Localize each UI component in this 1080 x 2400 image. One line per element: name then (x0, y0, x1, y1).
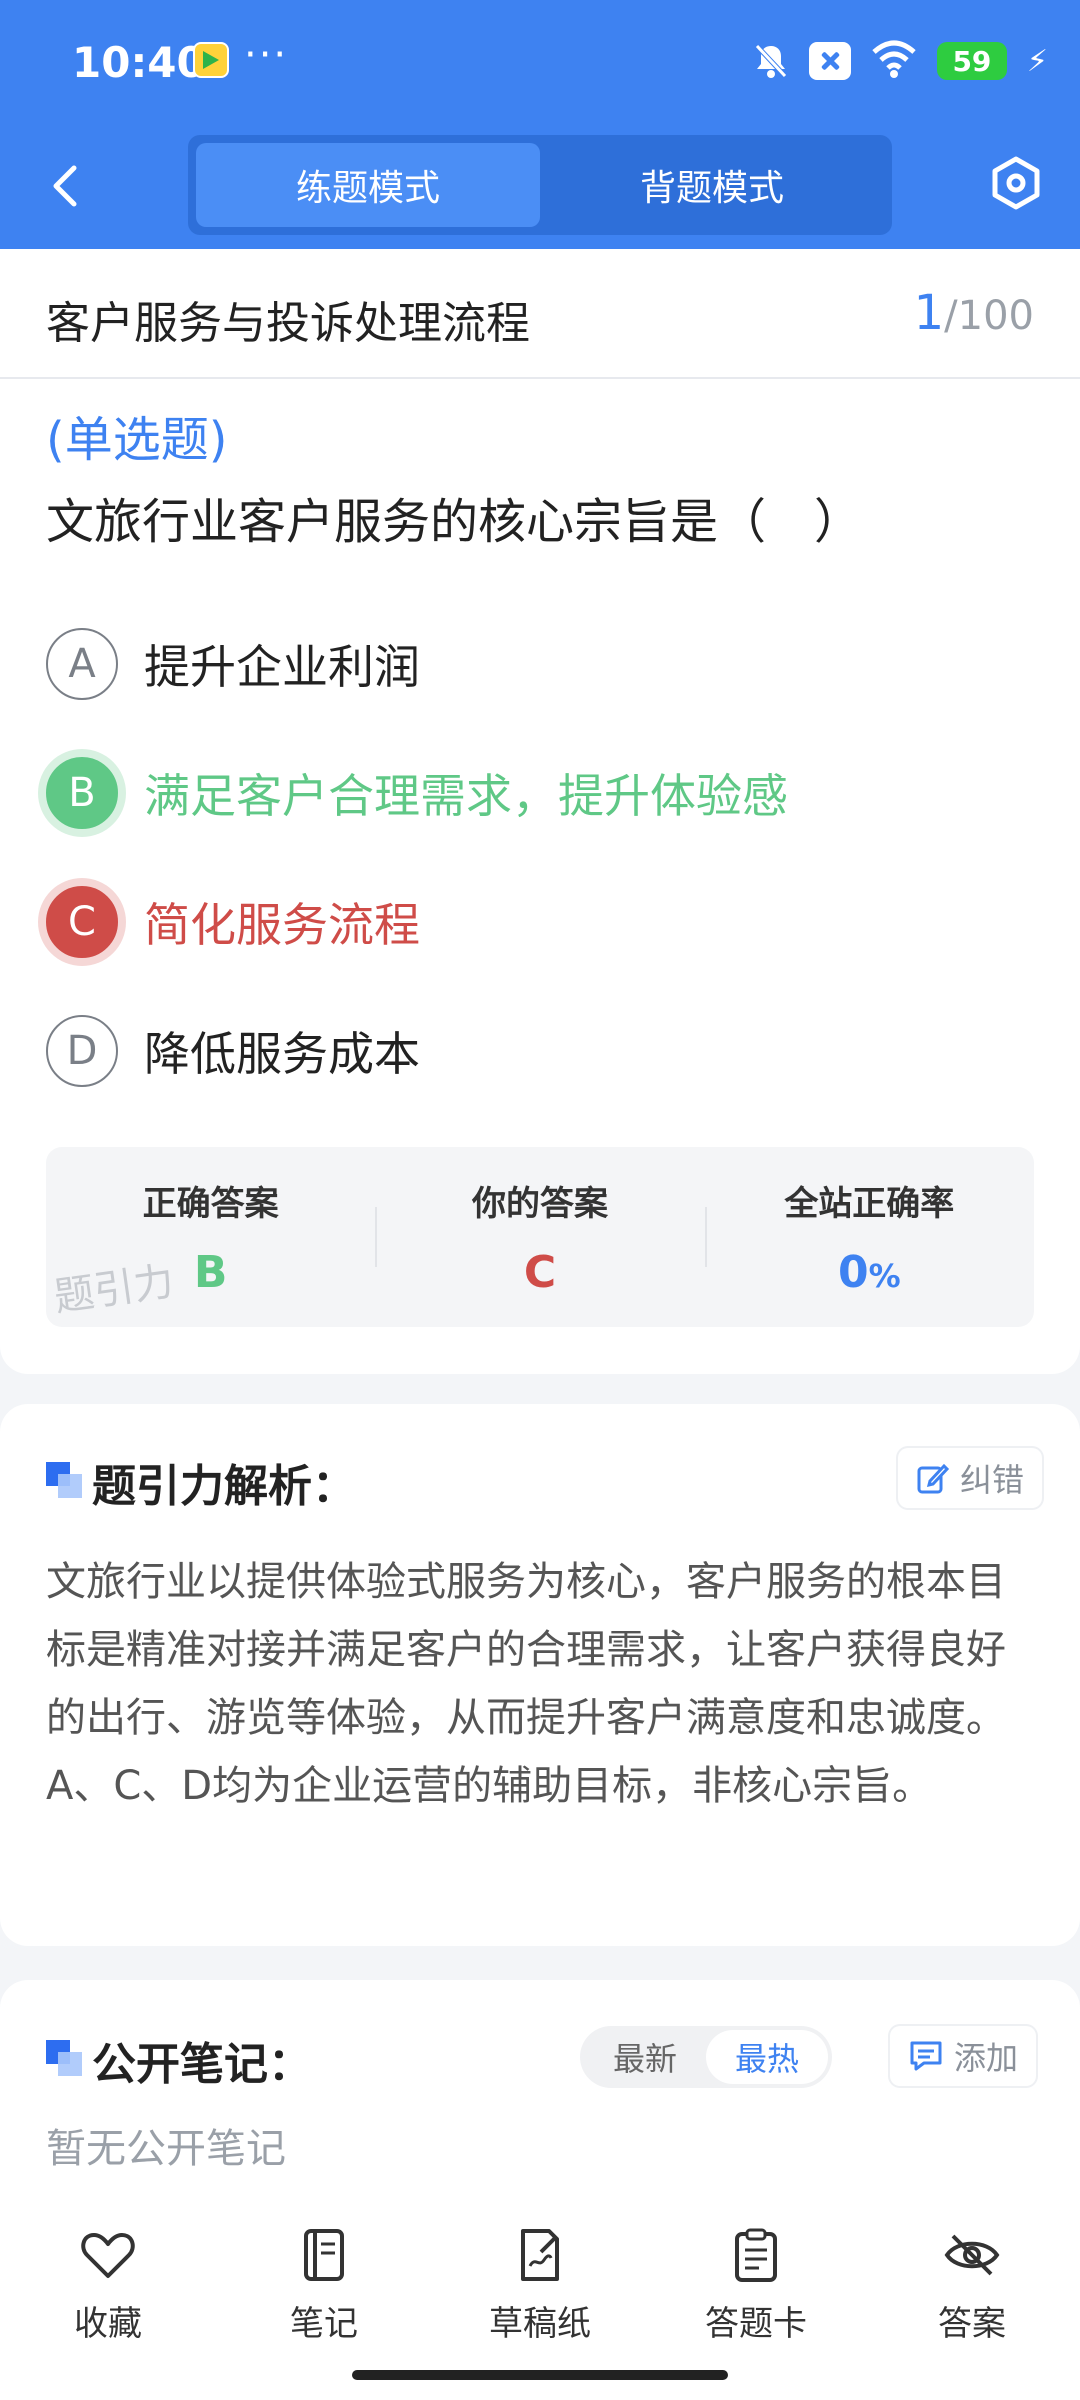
notes-title: 公开笔记： (92, 2039, 312, 2090)
settings-button[interactable] (988, 155, 1044, 211)
stat-value: C (523, 1247, 557, 1298)
answer-card-icon (735, 2228, 777, 2282)
section-icon (46, 1462, 82, 1498)
rate-unit: % (868, 1257, 901, 1295)
app-notification-icon (193, 42, 229, 78)
heart-icon (81, 2233, 135, 2278)
stat-value: B (193, 1247, 228, 1298)
total-question-count: /100 (944, 293, 1034, 339)
question-type: (单选题) (46, 412, 228, 468)
stat-label: 全站正确率 (784, 1184, 955, 1224)
analysis-body: 文旅行业以提供体验式服务为核心，客户服务的根本目标是精准对接并满足客户的合理需求… (46, 1559, 1006, 1809)
notes-card: 公开笔记： 最新 最热 添加 暂无公开笔记 (0, 1980, 1080, 2210)
battery-indicator: 59 (936, 42, 1007, 80)
mode-switch: 练题模式 背题模式 (188, 135, 892, 235)
section-title: 客户服务与投诉处理流程 (46, 298, 530, 349)
stat-your-answer: 你的答案 C (375, 1147, 704, 1327)
status-bar: 10:40 ··· 59 ⚡ (0, 0, 1080, 125)
app-x-icon (808, 42, 851, 80)
more-notifications-icon: ··· (244, 32, 289, 78)
option-letter: B (46, 757, 118, 829)
draft-paper-button[interactable]: 草稿纸 (460, 2226, 620, 2345)
notes-label: 笔记 (290, 2304, 358, 2344)
answer-card-button[interactable]: 答题卡 (676, 2226, 836, 2345)
tab-practice-mode[interactable]: 练题模式 (196, 143, 540, 227)
section-icon (46, 2040, 82, 2076)
question-text: 文旅行业客户服务的核心宗旨是（ ） (46, 494, 863, 550)
favorite-button[interactable]: 收藏 (28, 2226, 188, 2345)
question-card: 客户服务与投诉处理流程 1/100 (单选题) 文旅行业客户服务的核心宗旨是（ ）… (0, 249, 1080, 1374)
edit-icon (917, 1463, 950, 1494)
option-text: 提升企业利润 (144, 640, 420, 694)
show-answer-button[interactable]: 答案 (892, 2226, 1052, 2345)
option-text: 简化服务流程 (144, 898, 420, 952)
favorite-label: 收藏 (74, 2304, 142, 2344)
question-header: 客户服务与投诉处理流程 1/100 (0, 249, 1080, 379)
show-answer-label: 答案 (938, 2304, 1006, 2344)
report-error-label: 纠错 (960, 1461, 1025, 1499)
option-c[interactable]: C 简化服务流程 (46, 877, 1036, 967)
stat-value: 0% (838, 1247, 901, 1298)
notes-button[interactable]: 笔记 (244, 2226, 404, 2345)
back-button[interactable] (40, 150, 90, 220)
comment-icon (910, 2041, 942, 2071)
notebook-icon (304, 2229, 344, 2281)
stat-accuracy-rate: 全站正确率 0% (704, 1147, 1034, 1327)
tab-memorize-mode[interactable]: 背题模式 (540, 143, 884, 227)
rate-number: 0 (837, 1247, 869, 1298)
notes-sort-toggle: 最新 最热 (580, 2026, 832, 2088)
stat-label: 正确答案 (142, 1184, 279, 1224)
home-indicator[interactable] (352, 2370, 728, 2380)
status-icons: 59 ⚡ (753, 40, 1048, 82)
option-text: 降低服务成本 (144, 1027, 420, 1081)
draft-paper-label: 草稿纸 (489, 2304, 591, 2344)
bell-off-icon (753, 42, 789, 80)
answer-card-label: 答题卡 (705, 2304, 807, 2344)
option-b[interactable]: B 满足客户合理需求，提升体验感 (46, 748, 1036, 838)
option-letter: A (46, 628, 118, 700)
status-time: 10:40 (72, 38, 206, 87)
draft-paper-icon (521, 2229, 559, 2281)
eye-off-icon (944, 2234, 1000, 2276)
stat-label: 你的答案 (471, 1184, 608, 1224)
chevron-left-icon (53, 165, 77, 207)
option-letter: C (46, 886, 118, 958)
question-stem: (单选题) 文旅行业客户服务的核心宗旨是（ ） (46, 399, 1036, 563)
option-letter: D (46, 1015, 118, 1087)
option-d[interactable]: D 降低服务成本 (46, 1006, 1036, 1096)
empty-notes-text: 暂无公开笔记 (46, 2126, 286, 2172)
analysis-title: 题引力解析： (92, 1461, 356, 1512)
wifi-icon (871, 40, 917, 82)
sort-latest[interactable]: 最新 (584, 2030, 706, 2084)
analysis-card: 题引力解析： 纠错 文旅行业以提供体验式服务为核心，客户服务的根本目标是精准对接… (0, 1404, 1080, 1946)
add-note-label: 添加 (954, 2039, 1019, 2077)
report-error-button[interactable]: 纠错 (898, 1448, 1043, 1508)
add-note-button[interactable]: 添加 (890, 2026, 1037, 2086)
sort-hottest[interactable]: 最热 (706, 2030, 828, 2084)
charging-icon: ⚡ (1026, 43, 1048, 79)
answer-stats: 正确答案 B 你的答案 C 全站正确率 0% (46, 1147, 1034, 1327)
top-app-bar: 10:40 ··· 59 ⚡ 练题模式 背题模式 (0, 0, 1080, 249)
option-text: 满足客户合理需求，提升体验感 (144, 769, 788, 823)
option-a[interactable]: A 提升企业利润 (46, 619, 1036, 709)
current-question-number: 1 (913, 285, 945, 341)
hexagon-settings-icon (992, 156, 1040, 210)
question-progress: 1/100 (914, 285, 1034, 341)
